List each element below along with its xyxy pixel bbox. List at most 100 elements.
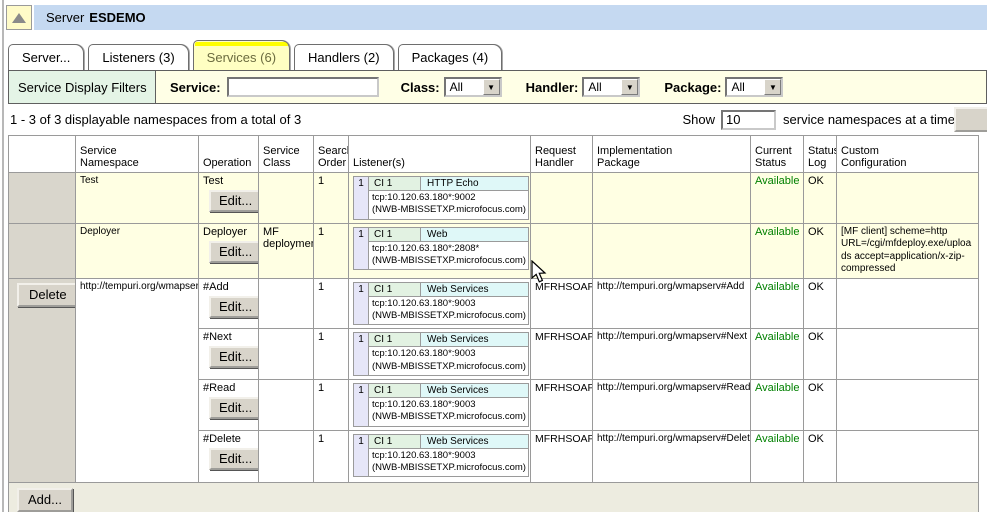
search-order-cell: 1 bbox=[314, 278, 349, 329]
listener-conversation-chip: CI 1 bbox=[369, 177, 421, 190]
column-header-current-status: Current Status bbox=[751, 136, 804, 173]
operation-cell: #Read Edit... bbox=[199, 380, 259, 431]
implementation-package-cell: http://tempuri.org/wmapserv#Add bbox=[593, 278, 751, 329]
service-row: Deployer Deployer Edit... MF deployment … bbox=[9, 223, 979, 278]
operation-label: #Add bbox=[203, 281, 254, 293]
edit-button[interactable]: Edit... bbox=[209, 296, 259, 318]
column-header-operation: Operation bbox=[199, 136, 259, 173]
tab-packages[interactable]: Packages (4) bbox=[398, 44, 503, 70]
custom-configuration-cell bbox=[837, 278, 979, 329]
listener-conversation-chip: CI 1 bbox=[369, 228, 421, 241]
service-class-cell bbox=[259, 278, 314, 329]
operation-cell: #Next Edit... bbox=[199, 329, 259, 380]
edit-button[interactable]: Edit... bbox=[209, 346, 259, 368]
listener-index: 1 bbox=[354, 333, 369, 375]
service-class-cell: MF deployment bbox=[259, 223, 314, 278]
tab-listeners[interactable]: Listeners (3) bbox=[88, 44, 188, 70]
listener-address: tcp:10.120.63.180*:9003 bbox=[372, 298, 526, 310]
listeners-cell: 1 CI 1 Web Services tcp:10.120.63.180*:9… bbox=[349, 430, 531, 482]
column-header-service-class: Service Class bbox=[259, 136, 314, 173]
add-button[interactable]: Add... bbox=[17, 488, 73, 512]
request-handler-cell bbox=[531, 173, 593, 224]
chevron-down-icon: ▼ bbox=[764, 79, 781, 95]
service-row: Delete http://tempuri.org/wmapserv #Add … bbox=[9, 278, 979, 329]
search-order-cell: 1 bbox=[314, 430, 349, 482]
tab-label: Packages (4) bbox=[412, 50, 489, 65]
server-name: ESDEMO bbox=[89, 10, 145, 25]
edit-button[interactable]: Edit... bbox=[209, 190, 259, 212]
implementation-package-cell bbox=[593, 223, 751, 278]
tab-services[interactable]: Services (6) bbox=[193, 40, 290, 70]
service-class-cell bbox=[259, 430, 314, 482]
paging-button-partial[interactable] bbox=[954, 107, 987, 132]
tab-server[interactable]: Server... bbox=[8, 44, 84, 70]
show-count-input[interactable] bbox=[721, 110, 776, 130]
request-handler-cell: MFRHSOAP bbox=[531, 380, 593, 431]
listener-address: tcp:10.120.63.180*:9002 bbox=[372, 192, 526, 204]
selected-tab-stripe bbox=[195, 42, 288, 46]
row-actions-cell bbox=[9, 223, 76, 278]
collapse-toggle-button[interactable] bbox=[6, 5, 32, 30]
edit-button[interactable]: Edit... bbox=[209, 397, 259, 419]
listener-card: 1 CI 1 HTTP Echo tcp:10.120.63.180*:9002… bbox=[353, 176, 529, 220]
operation-label: Deployer bbox=[203, 226, 254, 238]
delete-button[interactable]: Delete bbox=[17, 283, 76, 307]
current-status-value: Available bbox=[755, 281, 799, 293]
status-log-cell: OK bbox=[804, 173, 837, 224]
search-order-cell: 1 bbox=[314, 329, 349, 380]
row-actions-cell: Delete bbox=[9, 278, 76, 482]
current-status-value: Available bbox=[755, 382, 799, 394]
custom-configuration-cell bbox=[837, 380, 979, 431]
handler-filter-value: All bbox=[584, 79, 621, 95]
tab-label: Services (6) bbox=[207, 50, 276, 65]
filter-bar: Service Display Filters Service: Class: … bbox=[8, 70, 987, 104]
listener-address: tcp:10.120.63.180*:9003 bbox=[372, 348, 526, 360]
header-row: Service Namespace Operation Service Clas… bbox=[9, 136, 979, 173]
listeners-cell: 1 CI 1 Web Services tcp:10.120.63.180*:9… bbox=[349, 278, 531, 329]
show-label: Show bbox=[683, 112, 716, 127]
status-log-cell: OK bbox=[804, 223, 837, 278]
listener-conversation-chip: CI 1 bbox=[369, 435, 421, 448]
handler-filter-select[interactable]: All ▼ bbox=[582, 77, 640, 97]
class-filter-value: All bbox=[446, 79, 483, 95]
tab-label: Handlers (2) bbox=[308, 50, 380, 65]
triangle-up-icon bbox=[12, 13, 26, 23]
column-header-request-handler: Request Handler bbox=[531, 136, 593, 173]
listener-address: tcp:10.120.63.180*:9003 bbox=[372, 399, 526, 411]
frame-border bbox=[2, 0, 4, 512]
listeners-cell: 1 CI 1 Web Services tcp:10.120.63.180*:9… bbox=[349, 380, 531, 431]
current-status-value: Available bbox=[755, 175, 799, 187]
service-filter-input[interactable] bbox=[227, 77, 379, 97]
service-namespace-cell: http://tempuri.org/wmapserv bbox=[76, 278, 199, 482]
column-header-service-namespace: Service Namespace bbox=[76, 136, 199, 173]
service-row: Test Test Edit... 1 1 CI 1 HTTP Echo bbox=[9, 173, 979, 224]
listener-name: Web bbox=[421, 228, 528, 241]
chevron-down-icon: ▼ bbox=[483, 79, 500, 95]
edit-button[interactable]: Edit... bbox=[209, 241, 259, 263]
show-count-suffix: service namespaces at a time bbox=[783, 112, 955, 127]
service-class-cell bbox=[259, 329, 314, 380]
operation-cell: Deployer Edit... bbox=[199, 223, 259, 278]
listener-host: (NWB-MBISSETXP.microfocus.com) bbox=[372, 462, 526, 474]
custom-configuration-cell bbox=[837, 329, 979, 380]
implementation-package-cell: http://tempuri.org/wmapserv#Next bbox=[593, 329, 751, 380]
listener-index: 1 bbox=[354, 177, 369, 219]
edit-button[interactable]: Edit... bbox=[209, 448, 259, 470]
tab-handlers[interactable]: Handlers (2) bbox=[294, 44, 394, 70]
package-filter-label: Package: bbox=[664, 80, 721, 95]
listener-host: (NWB-MBISSETXP.microfocus.com) bbox=[372, 204, 526, 216]
column-header-custom-configuration: Custom Configuration bbox=[837, 136, 979, 173]
package-filter-select[interactable]: All ▼ bbox=[725, 77, 783, 97]
listener-host: (NWB-MBISSETXP.microfocus.com) bbox=[372, 361, 526, 373]
class-filter-select[interactable]: All ▼ bbox=[444, 77, 502, 97]
tab-label: Server... bbox=[22, 50, 70, 65]
cursor-icon bbox=[531, 260, 548, 285]
custom-configuration-cell bbox=[837, 173, 979, 224]
service-class-cell bbox=[259, 173, 314, 224]
request-handler-cell: MFRHSOAP bbox=[531, 430, 593, 482]
request-handler-cell: MFRHSOAP bbox=[531, 278, 593, 329]
operation-label: #Next bbox=[203, 331, 254, 343]
current-status-value: Available bbox=[755, 226, 799, 238]
column-header-implementation-package: Implementation Package bbox=[593, 136, 751, 173]
listener-host: (NWB-MBISSETXP.microfocus.com) bbox=[372, 310, 526, 322]
